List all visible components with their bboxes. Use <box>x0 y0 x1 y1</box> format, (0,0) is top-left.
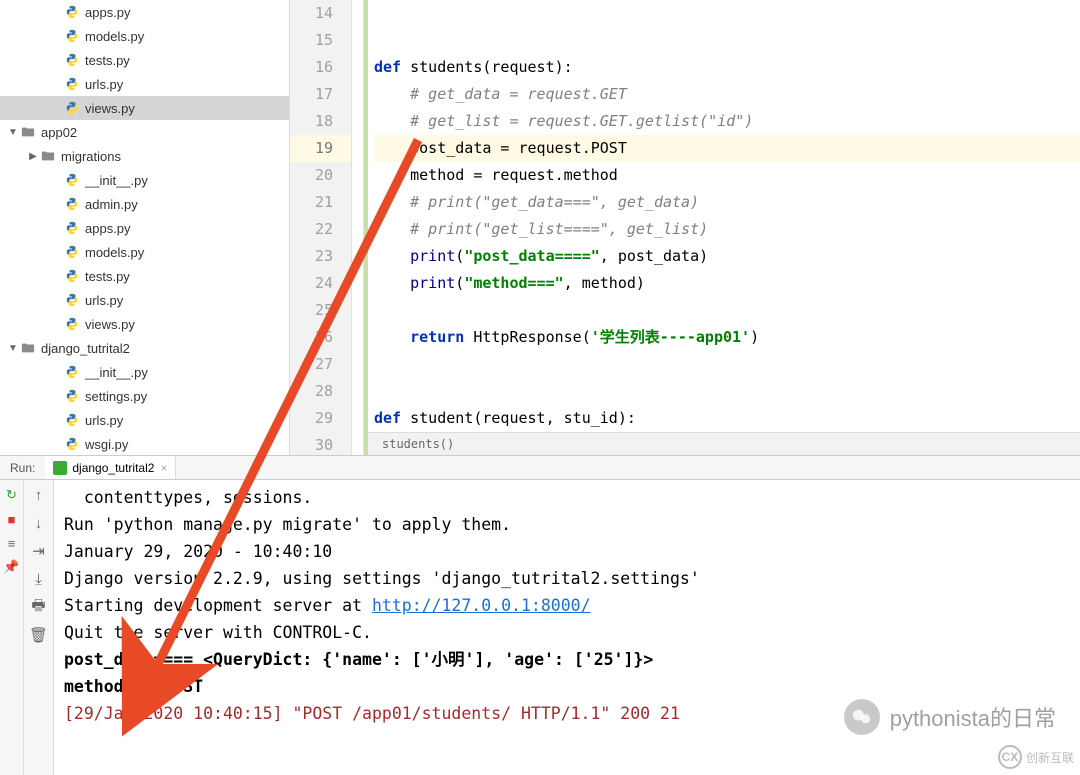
code-line[interactable]: # get_data = request.GET <box>374 81 1080 108</box>
scroll-icon[interactable]: ⤓ <box>30 570 48 588</box>
stop-icon[interactable]: ■ <box>5 512 19 526</box>
tree-item[interactable]: ▼app02 <box>0 120 289 144</box>
watermark: pythonista的日常 <box>844 699 1056 735</box>
tree-item[interactable]: views.py <box>0 312 289 336</box>
run-tab-label: django_tutrital2 <box>72 461 154 475</box>
console-line: Quit the server with CONTROL-C. <box>64 619 1070 646</box>
tree-item[interactable]: wsgi.py <box>0 432 289 455</box>
code-line[interactable] <box>374 0 1080 27</box>
layout-icon[interactable]: ≡ <box>5 536 19 550</box>
tree-item[interactable]: __init__.py <box>0 360 289 384</box>
run-sidebar-outer: ↻ ■ ≡ 📌 <box>0 480 24 775</box>
console-line: post_data==== <QueryDict: {'name': ['小明'… <box>64 646 1070 673</box>
tree-item[interactable]: settings.py <box>0 384 289 408</box>
code-line[interactable] <box>374 297 1080 324</box>
tree-item[interactable]: admin.py <box>0 192 289 216</box>
rerun-icon[interactable]: ↻ <box>5 488 19 502</box>
run-sidebar-inner: ↑ ↓ ⇥ ⤓ 🖶 🗑 <box>24 480 54 775</box>
wrap-icon[interactable]: ⇥ <box>30 542 48 560</box>
tree-item[interactable]: views.py <box>0 96 289 120</box>
corner-logo: CX创新互联 <box>998 745 1074 769</box>
tree-item[interactable]: ▶migrations <box>0 144 289 168</box>
tree-item[interactable]: __init__.py <box>0 168 289 192</box>
print-icon[interactable]: 🖶 <box>30 598 48 616</box>
code-line[interactable]: def student(request, stu_id): <box>374 405 1080 432</box>
console-line: contenttypes, sessions. <box>64 484 1070 511</box>
code-line[interactable]: # get_list = request.GET.getlist("id") <box>374 108 1080 135</box>
close-icon[interactable]: × <box>160 461 167 475</box>
wechat-icon <box>844 699 880 735</box>
code-line[interactable]: # print("get_data===", get_data) <box>374 189 1080 216</box>
tree-item[interactable]: urls.py <box>0 408 289 432</box>
run-label: Run: <box>0 461 45 475</box>
code-line[interactable]: method = request.method <box>374 162 1080 189</box>
tree-item[interactable]: urls.py <box>0 72 289 96</box>
breadcrumb[interactable]: students() <box>368 432 1080 455</box>
code-line[interactable]: print("method===", method) <box>374 270 1080 297</box>
tree-item[interactable]: models.py <box>0 24 289 48</box>
code-line[interactable]: post_data = request.POST <box>374 135 1080 162</box>
server-link[interactable]: http://127.0.0.1:8000/ <box>372 596 591 615</box>
code-line[interactable]: def students(request): <box>374 54 1080 81</box>
console-line: Starting development server at http://12… <box>64 592 1070 619</box>
tree-item[interactable]: tests.py <box>0 264 289 288</box>
code-line[interactable] <box>374 351 1080 378</box>
line-gutter: 1415161718192021222324252627282930 <box>290 0 352 455</box>
console-line: Django version 2.2.9, using settings 'dj… <box>64 565 1070 592</box>
code-area[interactable]: def students(request): # get_data = requ… <box>368 0 1080 459</box>
console-line: January 29, 2020 - 10:40:10 <box>64 538 1070 565</box>
code-line[interactable]: # print("get_list====", get_list) <box>374 216 1080 243</box>
console-line: method=== POST <box>64 673 1070 700</box>
up-icon[interactable]: ↑ <box>30 486 48 504</box>
run-tab[interactable]: django_tutrital2 × <box>45 456 176 479</box>
tree-item[interactable]: models.py <box>0 240 289 264</box>
code-line[interactable]: return HttpResponse('学生列表----app01') <box>374 324 1080 351</box>
project-tree[interactable]: apps.pymodels.pytests.pyurls.pyviews.py▼… <box>0 0 290 455</box>
code-editor[interactable]: 1415161718192021222324252627282930 def s… <box>290 0 1080 455</box>
pin-icon[interactable]: 📌 <box>5 560 19 574</box>
django-icon <box>53 461 67 475</box>
tree-item[interactable]: apps.py <box>0 0 289 24</box>
tree-item[interactable]: tests.py <box>0 48 289 72</box>
down-icon[interactable]: ↓ <box>30 514 48 532</box>
console-line: Run 'python manage.py migrate' to apply … <box>64 511 1070 538</box>
code-line[interactable] <box>374 27 1080 54</box>
tree-item[interactable]: apps.py <box>0 216 289 240</box>
trash-icon[interactable]: 🗑 <box>30 626 48 644</box>
fold-column <box>352 0 364 455</box>
code-line[interactable] <box>374 378 1080 405</box>
tree-item[interactable]: urls.py <box>0 288 289 312</box>
code-line[interactable]: print("post_data====", post_data) <box>374 243 1080 270</box>
tree-item[interactable]: ▼django_tutrital2 <box>0 336 289 360</box>
